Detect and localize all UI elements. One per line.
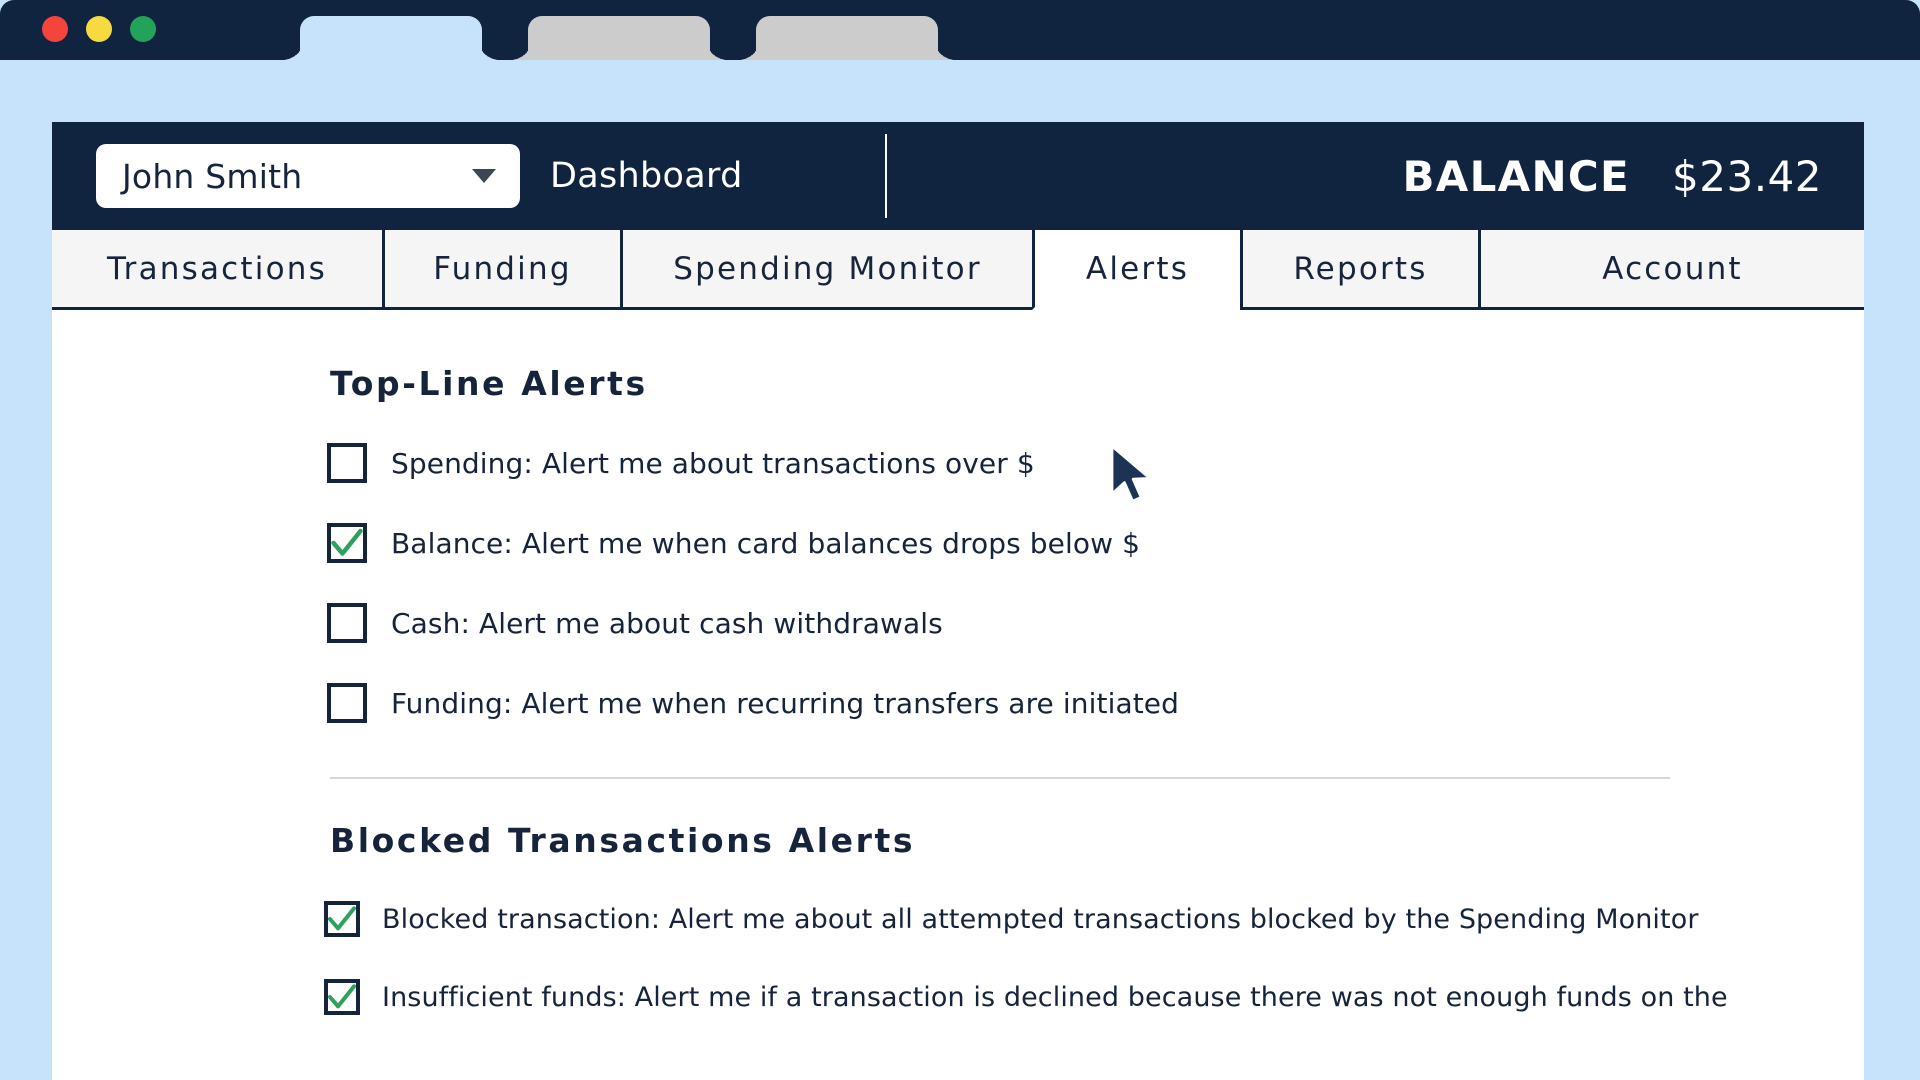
alert-label: Blocked transaction: Alert me about all … — [382, 903, 1699, 935]
nav-tab-strip: Transactions Funding Spending Monitor Al… — [52, 230, 1864, 310]
alert-row-insufficient-funds[interactable]: Insufficient funds: Alert me if a transa… — [52, 958, 1864, 1036]
browser-tab-2[interactable] — [510, 16, 728, 60]
alert-row-blocked-transaction[interactable]: Blocked transaction: Alert me about all … — [52, 880, 1864, 958]
checkbox-spending[interactable] — [327, 443, 367, 483]
alert-row-funding[interactable]: Funding: Alert me when recurring transfe… — [52, 663, 1864, 743]
tab-body — [528, 16, 710, 60]
tab-spending-monitor[interactable]: Spending Monitor — [620, 230, 1032, 307]
check-icon — [331, 528, 363, 556]
alert-label: Insufficient funds: Alert me if a transa… — [382, 981, 1728, 1013]
app-window: John Smith Dashboard BALANCE $23.42 Tran… — [52, 122, 1864, 1080]
traffic-lights — [42, 16, 156, 42]
app-header: John Smith Dashboard BALANCE $23.42 — [52, 122, 1864, 230]
tab-ear-right — [706, 38, 728, 60]
tab-label: Transactions — [107, 250, 327, 287]
browser-tab-3[interactable] — [738, 16, 956, 60]
tab-label: Spending Monitor — [673, 250, 982, 287]
check-icon — [328, 906, 356, 931]
tab-body — [756, 16, 938, 60]
alert-row-spending[interactable]: Spending: Alert me about transactions ov… — [52, 423, 1864, 503]
close-window-button[interactable] — [42, 16, 68, 42]
screen: John Smith Dashboard BALANCE $23.42 Tran… — [0, 0, 1920, 1080]
tab-body — [300, 16, 482, 60]
alerts-panel: Top-Line Alerts Spending: Alert me about… — [52, 310, 1864, 1080]
user-select-value: John Smith — [122, 156, 303, 196]
balance-value: $23.42 — [1672, 151, 1822, 201]
tab-reports[interactable]: Reports — [1240, 230, 1478, 307]
tab-account[interactable]: Account — [1478, 230, 1864, 307]
section-divider — [330, 777, 1670, 779]
alert-label: Cash: Alert me about cash withdrawals — [391, 606, 943, 640]
blocked-transactions-alerts-list: Blocked transaction: Alert me about all … — [52, 880, 1864, 1036]
alert-label: Balance: Alert me when card balances dro… — [391, 526, 1141, 560]
user-select-dropdown[interactable]: John Smith — [96, 144, 520, 208]
tab-ear-right — [934, 38, 956, 60]
alert-row-balance[interactable]: Balance: Alert me when card balances dro… — [52, 503, 1864, 583]
checkbox-cash[interactable] — [327, 603, 367, 643]
section-blocked-transactions-alerts: Blocked Transactions Alerts Blocked tran… — [52, 821, 1864, 1036]
tab-label: Reports — [1293, 250, 1428, 287]
alert-row-cash[interactable]: Cash: Alert me about cash withdrawals — [52, 583, 1864, 663]
section-top-line-alerts: Top-Line Alerts Spending: Alert me about… — [52, 364, 1864, 743]
alert-label: Spending: Alert me about transactions ov… — [391, 446, 1035, 480]
checkbox-blocked-transaction[interactable] — [324, 901, 360, 937]
checkbox-funding[interactable] — [327, 683, 367, 723]
minimize-window-button[interactable] — [86, 16, 112, 42]
tab-label: Account — [1602, 250, 1743, 287]
tab-funding[interactable]: Funding — [382, 230, 620, 307]
tab-alerts[interactable]: Alerts — [1032, 230, 1240, 310]
maximize-window-button[interactable] — [130, 16, 156, 42]
section-title: Blocked Transactions Alerts — [330, 821, 916, 860]
header-divider — [884, 134, 887, 218]
tab-label: Funding — [433, 250, 572, 287]
check-icon — [328, 984, 356, 1009]
window-chrome — [0, 0, 1920, 60]
tab-label: Alerts — [1085, 250, 1190, 287]
chevron-down-icon — [472, 169, 496, 183]
top-line-alerts-list: Spending: Alert me about transactions ov… — [52, 423, 1864, 743]
balance-label: BALANCE — [1402, 151, 1631, 201]
checkbox-balance[interactable] — [327, 523, 367, 563]
alert-label: Funding: Alert me when recurring transfe… — [391, 686, 1179, 720]
tab-transactions[interactable]: Transactions — [52, 230, 382, 307]
page-title: Dashboard — [550, 156, 743, 196]
section-title: Top-Line Alerts — [330, 364, 648, 403]
checkbox-insufficient-funds[interactable] — [324, 979, 360, 1015]
balance-display: BALANCE $23.42 — [1402, 152, 1822, 201]
tab-ear-right — [478, 38, 500, 60]
browser-tab-1[interactable] — [282, 16, 500, 60]
